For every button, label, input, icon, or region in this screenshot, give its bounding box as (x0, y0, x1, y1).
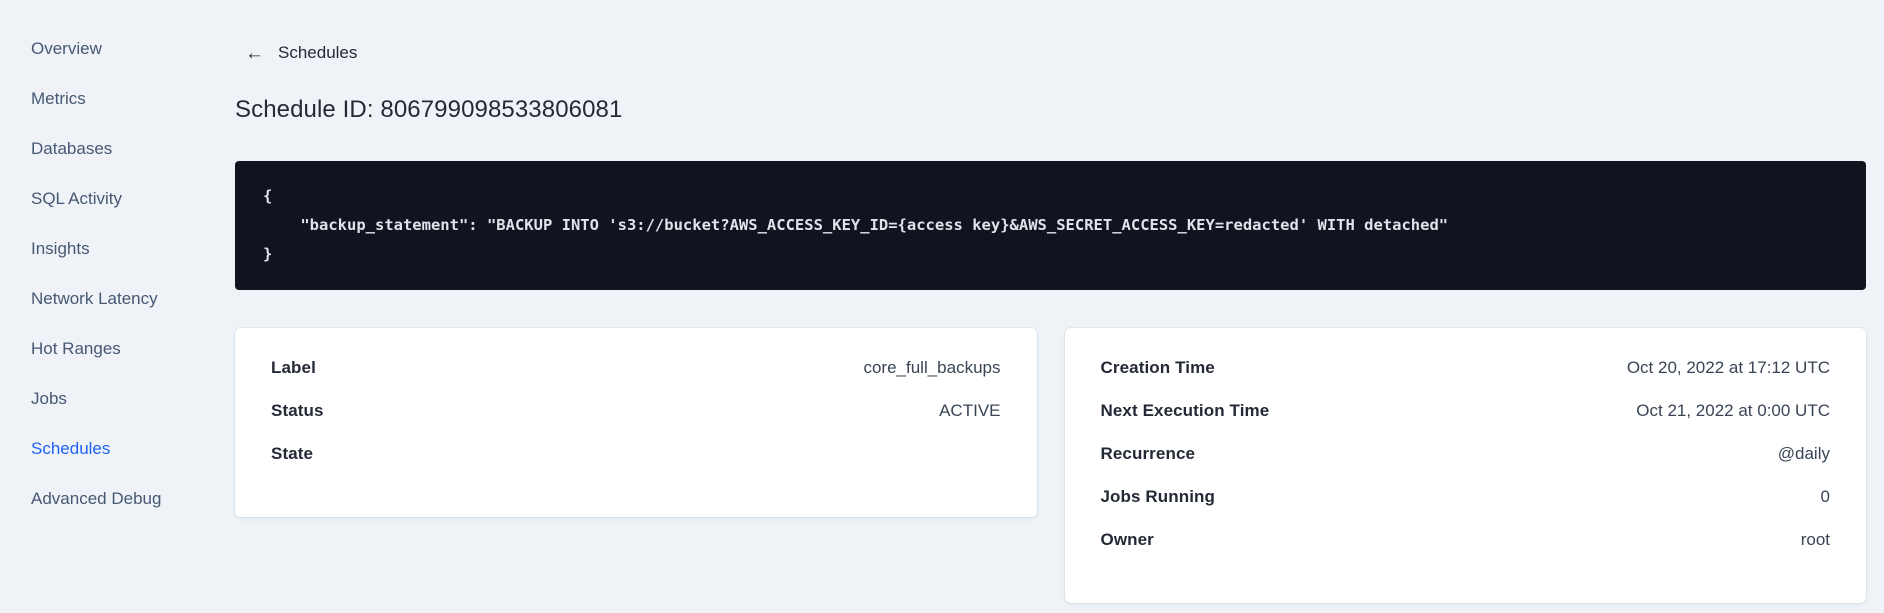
detail-label: Next Execution Time (1100, 400, 1270, 420)
page-title: Schedule ID: 806799098533806081 (235, 95, 623, 123)
detail-value: Oct 21, 2022 at 0:00 UTC (1636, 400, 1830, 420)
detail-row-state: State (271, 444, 1001, 464)
detail-label: Recurrence (1100, 443, 1196, 463)
detail-cards-row: Label core_full_backups Status ACTIVE St… (235, 327, 1866, 603)
schedule-statement-code-block: { "backup_statement": "BACKUP INTO 's3:/… (235, 160, 1866, 290)
detail-value: 0 (1820, 486, 1830, 506)
sidebar-item-sql-activity[interactable]: SQL Activity (31, 174, 233, 224)
sidebar-item-jobs[interactable]: Jobs (31, 374, 233, 424)
detail-value: root (1800, 529, 1830, 549)
sidebar-item-databases[interactable]: Databases (31, 124, 233, 174)
code-line: "backup_statement": "BACKUP INTO 's3://b… (263, 215, 1449, 234)
back-arrow-icon: ← (245, 42, 264, 64)
detail-row-creation-time: Creation Time Oct 20, 2022 at 17:12 UTC (1101, 358, 1831, 378)
detail-label: Creation Time (1100, 357, 1215, 377)
detail-value: ACTIVE (939, 400, 1001, 420)
detail-row-owner: Owner root (1101, 530, 1831, 550)
detail-row-label: Label core_full_backups (271, 358, 1001, 378)
detail-value: Oct 20, 2022 at 17:12 UTC (1626, 357, 1830, 377)
sidebar-item-insights[interactable]: Insights (31, 224, 233, 274)
detail-label: Status (271, 400, 324, 420)
schedule-summary-card: Label core_full_backups Status ACTIVE St… (235, 327, 1037, 517)
sidebar-item-schedules[interactable]: Schedules (31, 424, 233, 474)
detail-row-next-execution-time: Next Execution Time Oct 21, 2022 at 0:00… (1101, 401, 1831, 421)
detail-label: State (271, 443, 314, 463)
sidebar-item-overview[interactable]: Overview (31, 24, 233, 74)
back-link-schedules[interactable]: ← Schedules (245, 43, 357, 63)
code-line: } (263, 244, 273, 263)
detail-row-recurrence: Recurrence @daily (1101, 444, 1831, 464)
sidebar-item-metrics[interactable]: Metrics (31, 74, 233, 124)
back-link-label: Schedules (278, 43, 358, 62)
code-line: { (263, 186, 273, 205)
schedule-timing-card: Creation Time Oct 20, 2022 at 17:12 UTC … (1064, 327, 1866, 603)
detail-label: Label (271, 357, 316, 377)
detail-value: core_full_backups (863, 357, 1001, 377)
sidebar-item-advanced-debug[interactable]: Advanced Debug (31, 474, 233, 524)
detail-value: @daily (1777, 443, 1830, 463)
detail-label: Owner (1100, 529, 1154, 549)
sidebar-item-network-latency[interactable]: Network Latency (31, 274, 233, 324)
main-content: ← Schedules Schedule ID: 806799098533806… (233, 0, 1884, 613)
detail-row-status: Status ACTIVE (271, 401, 1001, 421)
detail-row-jobs-running: Jobs Running 0 (1101, 487, 1831, 507)
sidebar: Overview Metrics Databases SQL Activity … (0, 0, 233, 613)
page: Overview Metrics Databases SQL Activity … (0, 0, 1884, 613)
detail-label: Jobs Running (1100, 486, 1216, 506)
sidebar-item-hot-ranges[interactable]: Hot Ranges (31, 324, 233, 374)
